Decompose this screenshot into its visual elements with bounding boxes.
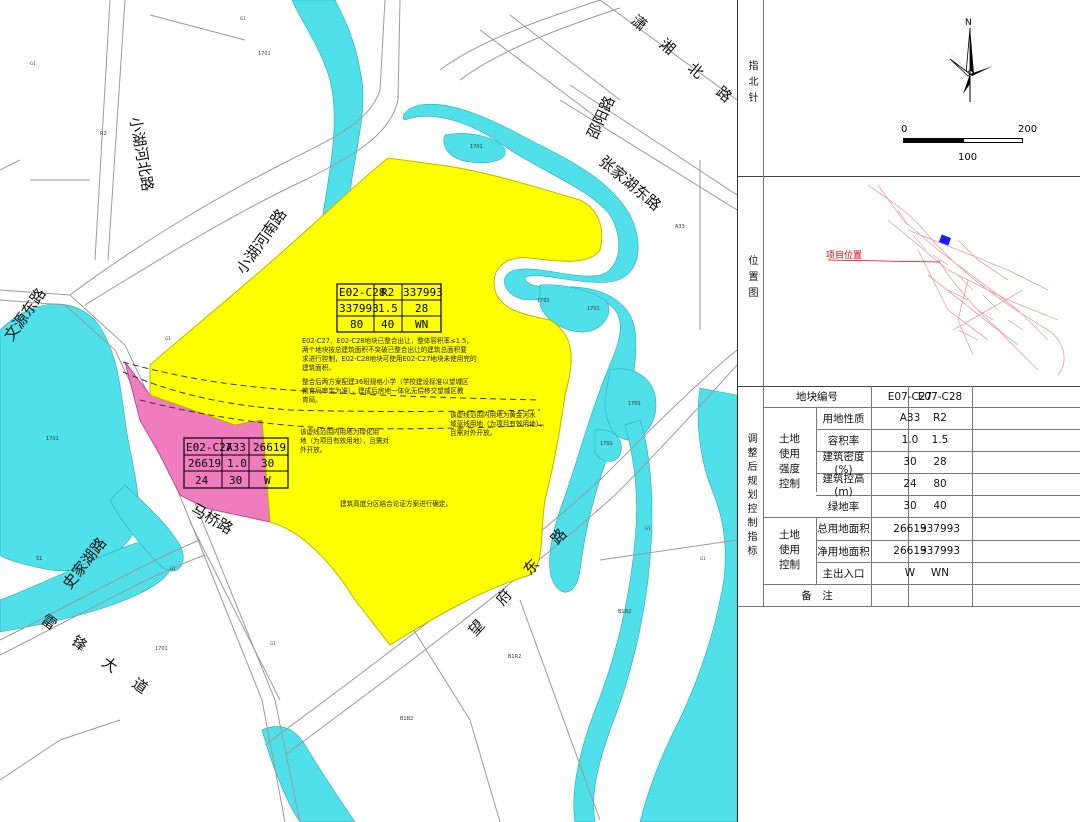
c27-entrance: W xyxy=(264,474,271,487)
c27-density: 30 xyxy=(261,457,274,470)
row-value-c28: 80 xyxy=(933,478,947,490)
c28-note-line: 求进行控制，E02-C28地块可使用E02-C27地块未使用完的 xyxy=(302,354,477,363)
code-label: R2 xyxy=(100,131,107,137)
c28-note-line: E02-C27、E02-C28地块已整合出让，整体容积率≤1.5， xyxy=(302,336,473,345)
c27-far: 1.0 xyxy=(227,457,247,470)
north-section-label: 指北针 xyxy=(746,60,757,108)
code-label: 1701 xyxy=(587,306,600,312)
green-note-line: 外开放。 xyxy=(300,445,326,454)
parcel-c28-box: E02-C28 R2 337993 337993 1.5 28 80 40 WN xyxy=(336,283,443,333)
code-label: S1 xyxy=(36,556,42,562)
code-label: B1R2 xyxy=(508,654,521,660)
divider xyxy=(738,176,1080,177)
c28-note-line: 教育局审定为准），建成后房地一体化无偿移交望城区教 xyxy=(302,386,464,395)
north-arrow-icon: N xyxy=(938,14,1008,104)
group-label-intensity: 土地使用强度控制 xyxy=(779,433,800,490)
location-section-label: 位置图 xyxy=(746,255,757,303)
scale-zero: 0 xyxy=(901,124,908,135)
code-label: 1701 xyxy=(470,144,483,150)
code-label: 1701 xyxy=(258,51,271,57)
row-value-c28: 337993 xyxy=(919,522,961,535)
group-label-use: 土地使用控制 xyxy=(779,529,800,571)
c27-landuse: A33 xyxy=(226,441,246,454)
scale-mid: 100 xyxy=(958,152,978,163)
row-value-c28: WN xyxy=(930,567,950,579)
project-location-label: 项目位置 xyxy=(826,251,863,261)
code-label: G1 xyxy=(30,61,36,66)
code-label: G1 xyxy=(170,566,176,571)
code-label: 1701 xyxy=(628,401,641,407)
code-label: G1 xyxy=(240,16,246,21)
height-note: 建筑高度分区结合论证方案进行确定。 xyxy=(340,499,452,508)
yellow-note-line: 且需对外开放。 xyxy=(450,428,496,437)
code-label: G1 xyxy=(165,336,171,341)
adjust-section-label-wrap: 调整后规划控制指标 xyxy=(738,386,763,606)
code-label: 1701 xyxy=(155,646,168,652)
c28-net-area: 337993 xyxy=(339,302,379,315)
c28-green: 40 xyxy=(381,318,394,331)
c28-note-line: 两个地块按总建筑面积不突破已整合出让的建筑总面积要 xyxy=(302,345,467,354)
row-name-remarks: 备 注 xyxy=(801,589,833,602)
c27-green: 30 xyxy=(229,474,242,487)
code-label: G1 xyxy=(700,556,706,561)
c28-density: 28 xyxy=(415,302,428,315)
code-label: G1 xyxy=(645,526,651,531)
c28-height: 80 xyxy=(350,318,363,331)
c28-area: 337993 xyxy=(403,286,443,299)
c27-height: 24 xyxy=(195,474,209,487)
c28-entrance: WN xyxy=(415,318,428,331)
code-label: G1 xyxy=(270,641,276,646)
code-label: 1701 xyxy=(46,436,59,442)
row-value-c28: 40 xyxy=(933,500,947,512)
row-value-c28: R2 xyxy=(933,412,947,424)
row-value-c28: 337993 xyxy=(919,545,961,557)
north-letter: N xyxy=(965,18,972,28)
yellow-note-line: 域蓝线用地（为项目有效用地）， xyxy=(450,419,546,428)
code-label: B1B2 xyxy=(400,716,413,722)
scale-bar xyxy=(903,138,1033,146)
green-note-line: 地（为项目有效用地），且需对 xyxy=(300,436,389,445)
c28-landuse: R2 xyxy=(381,286,394,299)
planning-map: E02-C28 R2 337993 337993 1.5 28 80 40 WN… xyxy=(0,0,737,822)
c27-net-area: 26619 xyxy=(188,457,221,470)
c28-note-line: 建筑面积。 xyxy=(302,363,335,372)
row-value-c28: 1.5 xyxy=(931,434,949,446)
code-label: B1B2 xyxy=(618,609,631,615)
row-value-c28: 28 xyxy=(933,456,947,468)
code-label: 1701 xyxy=(600,441,613,447)
scale-max: 200 xyxy=(1018,124,1038,135)
c28-code: E02-C28 xyxy=(339,286,385,299)
yellow-note-line: 该虚线范围内用地为黄金河水 xyxy=(450,410,536,419)
sidebar-panel: 指北针 N 0 200 100 位置图 项目位置 调整后规划控制指标 地块编号 … xyxy=(737,0,1080,822)
code-label: A33 xyxy=(675,224,685,230)
adjust-section-label: 调整后规划控制指标 xyxy=(745,433,756,559)
code-label: 1701 xyxy=(537,298,550,304)
c28-far: 1.5 xyxy=(378,302,398,315)
c27-area: 26619 xyxy=(253,441,286,454)
location-map xyxy=(808,180,1078,380)
c28-note-line: 整合后两方案配建36班规格小学（学校建设标准以望城区 xyxy=(302,377,469,386)
project-marker xyxy=(938,234,952,246)
table-header-c28: E07-C28 xyxy=(917,390,963,403)
c28-note-line: 育局。 xyxy=(302,395,322,404)
green-note-line: 该虚线范围内用地为绿化用 xyxy=(300,427,379,436)
